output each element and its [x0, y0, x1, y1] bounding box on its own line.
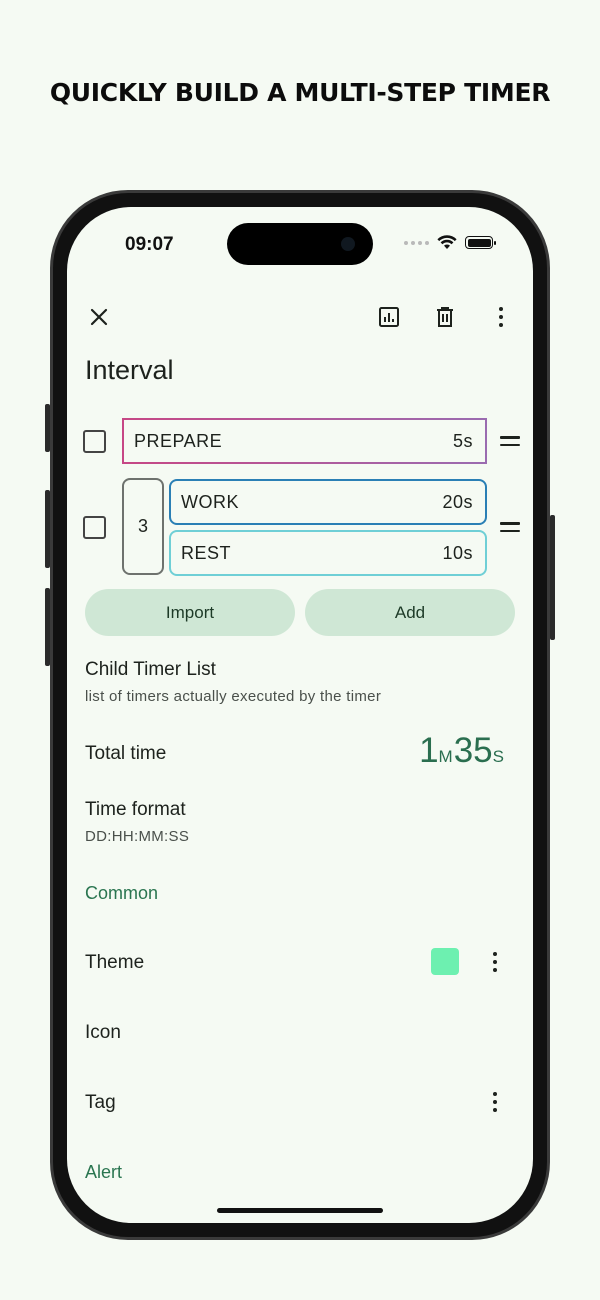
timer-duration: 5s	[452, 430, 473, 451]
tag-label[interactable]: Tag	[85, 1092, 116, 1114]
timer-row-prepare[interactable]: PREPARE 5s	[122, 418, 487, 464]
timer-row-rest[interactable]: REST 10s	[169, 530, 487, 576]
timer-duration: 10s	[442, 542, 473, 563]
headline-before: QUICKLY BUILD A	[49, 78, 295, 107]
timer-duration: 20s	[442, 491, 473, 512]
import-button[interactable]: Import	[85, 589, 295, 636]
phone-volume-up	[45, 490, 50, 568]
tag-more-icon[interactable]	[491, 1092, 499, 1112]
theme-more-icon[interactable]	[491, 952, 499, 972]
page-title: Interval	[85, 355, 174, 385]
status-icons	[404, 235, 496, 250]
phone-side-button	[45, 404, 50, 452]
repeat-group-checkbox[interactable]	[83, 516, 106, 539]
dynamic-island	[227, 223, 373, 265]
delete-button[interactable]	[429, 301, 461, 333]
camera-icon	[341, 237, 355, 251]
total-minutes-unit: M	[438, 747, 453, 766]
theme-color-swatch[interactable]	[431, 948, 459, 975]
total-time-label: Total time	[85, 743, 167, 764]
home-indicator[interactable]	[217, 1208, 383, 1213]
total-seconds: 35	[453, 731, 493, 770]
total-minutes: 1	[419, 731, 439, 770]
bar-chart-icon	[379, 307, 399, 327]
timer-name: REST	[181, 542, 232, 563]
prepare-checkbox[interactable]	[83, 430, 106, 453]
close-button[interactable]	[83, 301, 115, 333]
total-seconds-unit: S	[492, 747, 504, 766]
drag-handle-icon[interactable]	[500, 436, 520, 446]
cellular-signal-icon	[404, 240, 429, 245]
more-vertical-icon	[497, 307, 505, 327]
status-time: 09:07	[125, 234, 174, 255]
time-format-label[interactable]: Time format	[85, 799, 186, 821]
close-icon	[90, 308, 108, 326]
wifi-icon	[437, 235, 457, 249]
drag-handle-icon[interactable]	[500, 522, 520, 532]
section-common: Common	[85, 883, 159, 903]
timer-row-work[interactable]: WORK 20s	[169, 479, 487, 525]
more-options-button[interactable]	[485, 301, 517, 333]
app-screen: 09:07 Interval PREPARE 5s 3 WORK 20s RES…	[67, 207, 533, 1223]
icon-label[interactable]: Icon	[85, 1022, 121, 1044]
time-format-value: DD:HH:MM:SS	[85, 828, 190, 845]
phone-volume-down	[45, 588, 50, 666]
trash-icon	[437, 307, 453, 327]
section-alert: Alert	[85, 1162, 123, 1182]
repeat-count[interactable]: 3	[122, 478, 164, 575]
child-timer-list-subtitle: list of timers actually executed by the …	[85, 688, 382, 705]
statistics-button[interactable]	[373, 301, 405, 333]
headline-after: TIMER	[455, 78, 551, 107]
headline: QUICKLY BUILD A MULTI-STEP TIMER	[0, 78, 600, 107]
battery-icon	[465, 236, 496, 249]
headline-highlight: MULTI-STEP	[294, 78, 456, 107]
total-time-value: 1 M 35 S	[419, 731, 505, 771]
timer-name: WORK	[181, 491, 239, 512]
child-timer-list-title: Child Timer List	[85, 659, 216, 680]
add-button[interactable]: Add	[305, 589, 515, 636]
phone-power-button	[550, 515, 555, 640]
timer-name: PREPARE	[134, 430, 223, 451]
theme-label[interactable]: Theme	[85, 952, 144, 974]
